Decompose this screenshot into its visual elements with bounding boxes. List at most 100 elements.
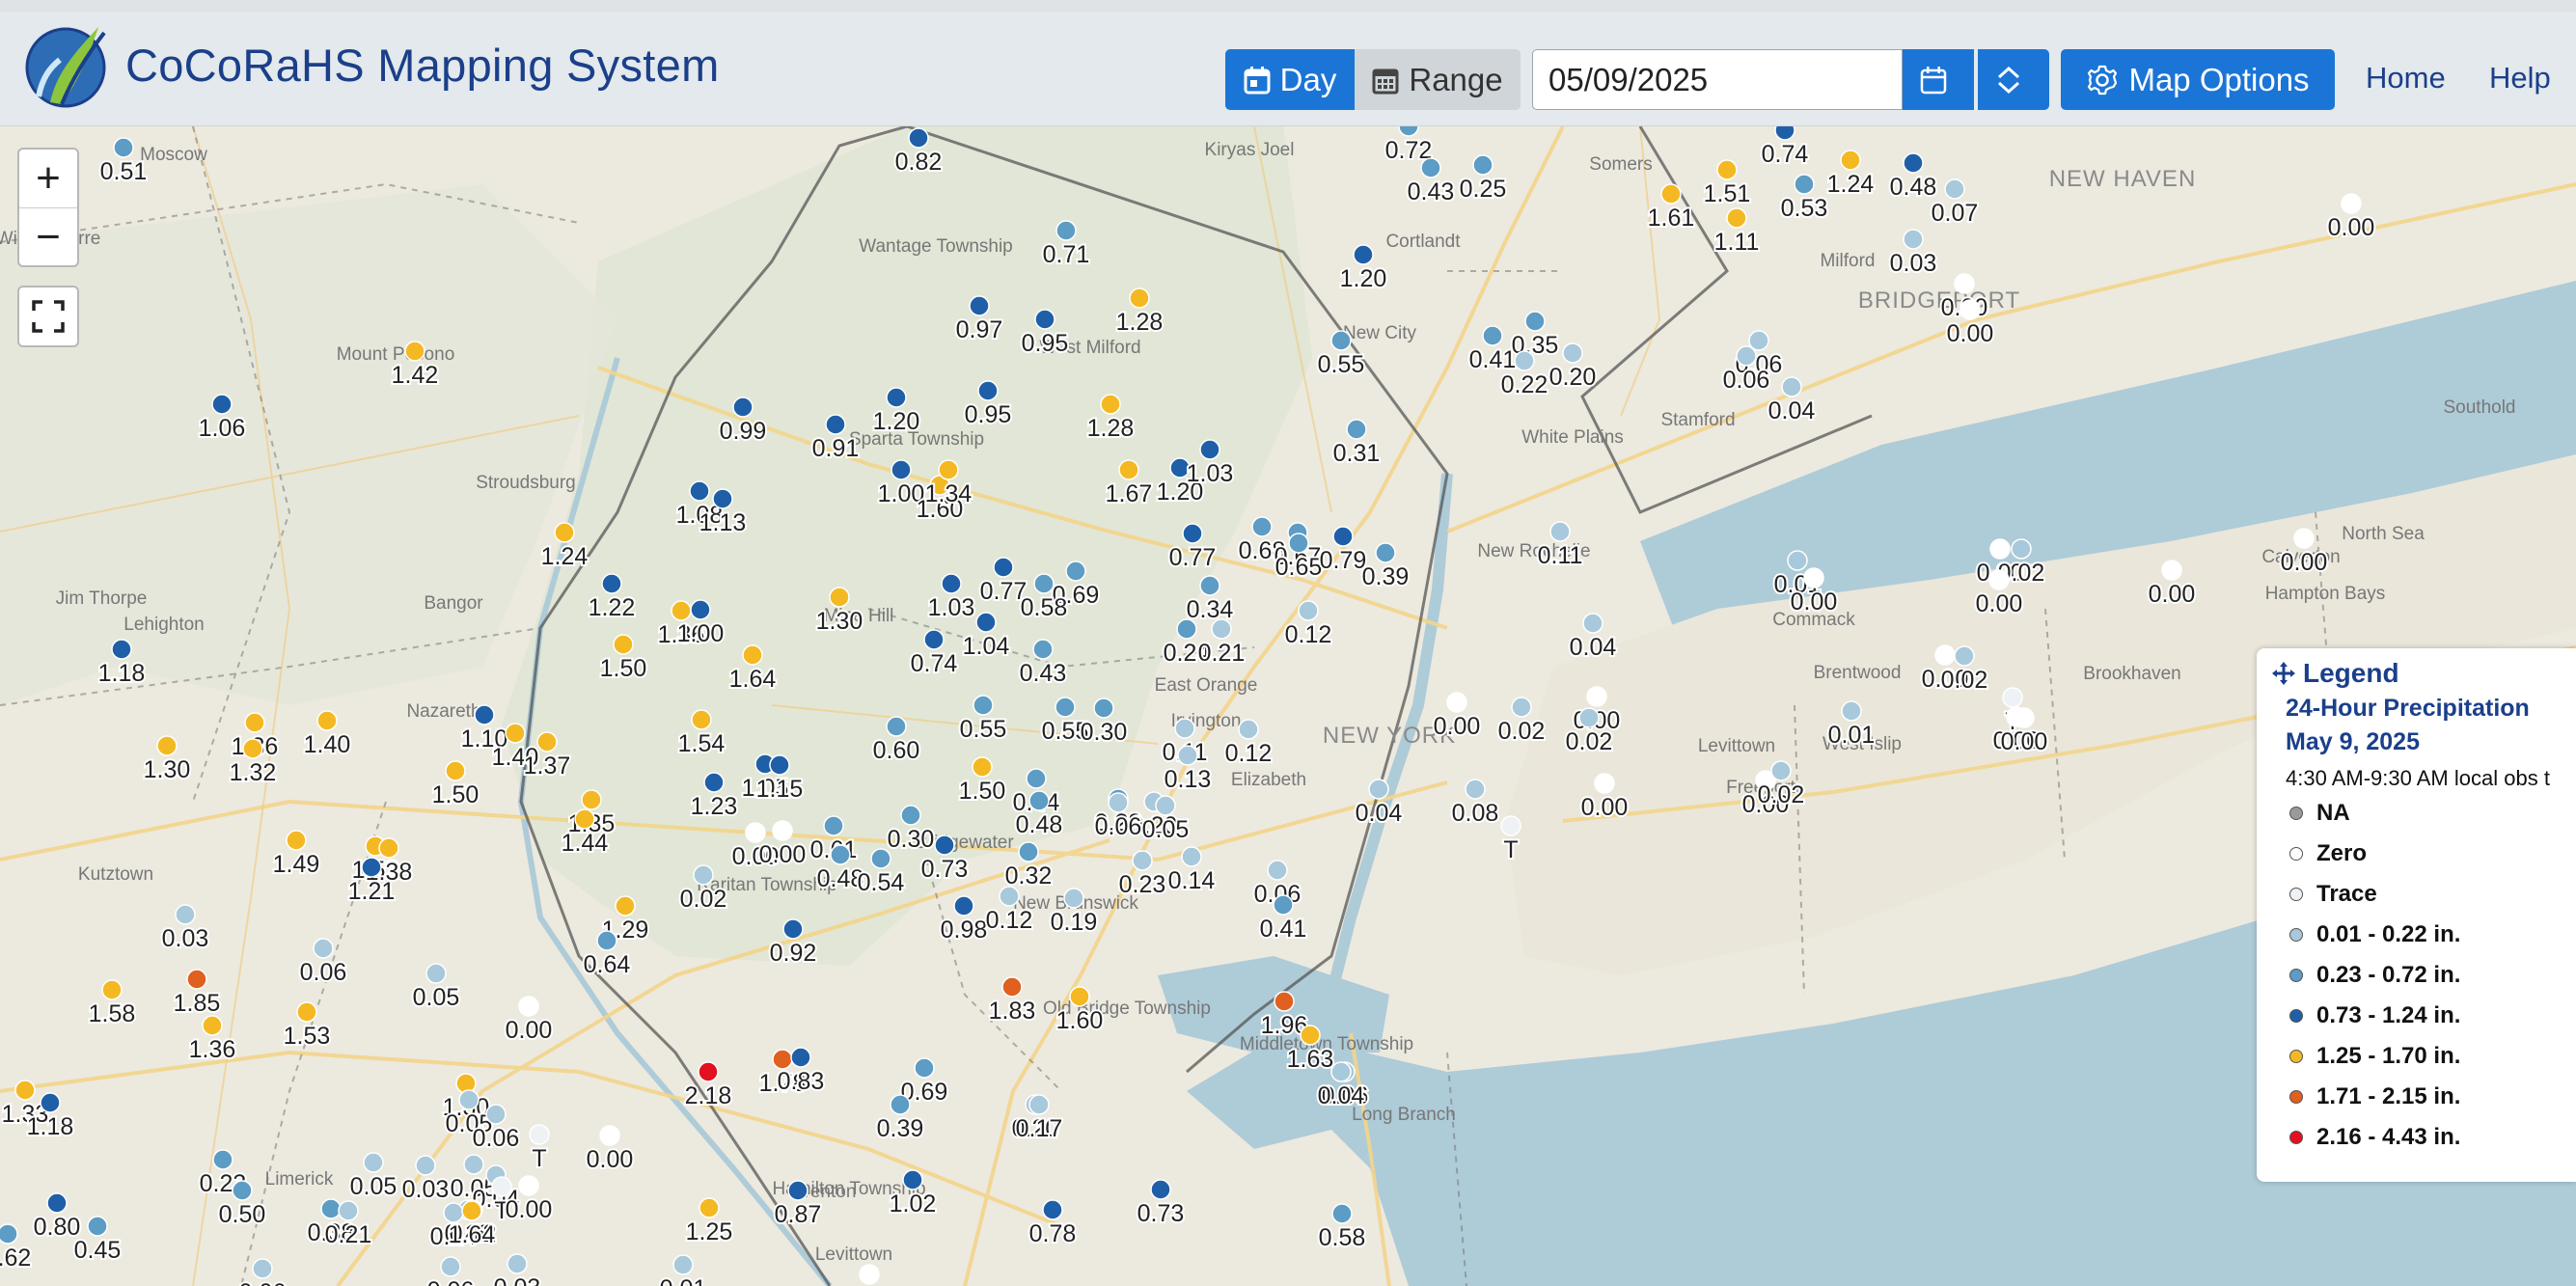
station-dot[interactable] [1989, 538, 2011, 560]
station-dot[interactable] [1346, 419, 1367, 440]
station-dot[interactable] [1716, 159, 1738, 180]
station-dot[interactable] [491, 1176, 512, 1197]
station-dot[interactable] [458, 1089, 480, 1110]
station-dot[interactable] [1903, 152, 1924, 174]
station-dot[interactable] [286, 830, 307, 851]
station-dot[interactable] [689, 480, 710, 502]
station-dot[interactable] [1033, 573, 1055, 594]
station-dot[interactable] [1273, 894, 1294, 916]
station-dot[interactable] [232, 1180, 253, 1201]
station-dot[interactable] [425, 963, 447, 984]
station-dot[interactable] [1176, 618, 1197, 640]
station-dot[interactable] [1150, 1179, 1171, 1200]
station-dot[interactable] [698, 1061, 719, 1082]
station-dot[interactable] [790, 1047, 811, 1068]
range-mode-button[interactable]: Range [1355, 49, 1521, 110]
station-dot[interactable] [361, 857, 382, 878]
station-dot[interactable] [1055, 220, 1077, 241]
station-dot[interactable] [1549, 521, 1571, 542]
station-dot[interactable] [902, 1169, 923, 1190]
station-dot[interactable] [712, 488, 733, 509]
station-dot[interactable] [825, 414, 846, 435]
station-dot[interactable] [536, 731, 558, 752]
chevron-up-icon[interactable] [1996, 65, 2021, 80]
station-dot[interactable] [1100, 394, 1121, 415]
date-input[interactable] [1532, 49, 1903, 110]
station-dot[interactable] [1500, 815, 1521, 836]
station-dot[interactable] [2002, 687, 2023, 708]
station-dot[interactable] [787, 1180, 808, 1201]
station-dot[interactable] [1368, 779, 1389, 800]
station-dot[interactable] [1211, 618, 1232, 640]
station-dot[interactable] [316, 710, 338, 731]
zoom-in-button[interactable]: + [19, 150, 77, 208]
station-dot[interactable] [443, 1202, 464, 1223]
station-dot[interactable] [252, 1258, 273, 1279]
station-dot[interactable] [40, 1092, 61, 1113]
station-dot[interactable] [975, 612, 997, 633]
station-dot[interactable] [1944, 178, 1965, 200]
cocorahs-logo[interactable] [21, 17, 122, 114]
station-dot[interactable] [703, 772, 725, 793]
station-dot[interactable] [745, 822, 766, 843]
station-dot[interactable] [1182, 523, 1203, 544]
station-dot[interactable] [1959, 299, 1981, 320]
station-dot[interactable] [1562, 342, 1583, 364]
station-dot[interactable] [186, 969, 207, 990]
station-dot[interactable] [1472, 154, 1494, 176]
station-dot[interactable] [977, 380, 999, 401]
station-dot[interactable] [113, 137, 134, 158]
move-icon[interactable] [2270, 660, 2297, 687]
station-dot[interactable] [2161, 560, 2182, 581]
station-dot[interactable] [908, 127, 929, 149]
station-dot[interactable] [1118, 459, 1139, 480]
station-dot[interactable] [2014, 707, 2035, 728]
station-dot[interactable] [202, 1015, 223, 1036]
station-dot[interactable] [507, 1253, 528, 1274]
legend-title[interactable]: Legend [2270, 658, 2399, 689]
station-dot[interactable] [1298, 600, 1319, 621]
station-dot[interactable] [1274, 991, 1295, 1012]
station-dot[interactable] [2341, 193, 2362, 214]
station-dot[interactable] [613, 634, 634, 655]
station-dot[interactable] [2011, 538, 2032, 560]
station-dot[interactable] [732, 397, 754, 418]
station-dot[interactable] [1514, 350, 1535, 371]
station-dot[interactable] [111, 639, 132, 660]
station-dot[interactable] [1330, 1061, 1352, 1082]
station-dot[interactable] [485, 1104, 507, 1125]
station-marker[interactable]: T [529, 1124, 550, 1174]
station-dot[interactable] [1482, 325, 1503, 346]
station-dot[interactable] [1288, 533, 1309, 554]
station-dot[interactable] [1300, 1025, 1321, 1046]
station-dot[interactable] [1353, 244, 1374, 265]
station-dot[interactable] [440, 1256, 461, 1277]
station-dot[interactable] [529, 1124, 550, 1145]
station-dot[interactable] [690, 599, 711, 620]
station-dot[interactable] [1332, 526, 1354, 547]
station-dot[interactable] [404, 341, 425, 362]
station-dot[interactable] [969, 295, 990, 316]
station-dot[interactable] [886, 716, 907, 737]
station-dot[interactable] [973, 695, 994, 716]
station-dot[interactable] [1028, 790, 1050, 811]
station-dot[interactable] [1840, 150, 1861, 171]
precipitation-map[interactable]: Kiryas Joel Somers NEW HAVEN Moscow Cortland… [0, 126, 2576, 1286]
station-dot[interactable] [1420, 157, 1441, 178]
station-dot[interactable] [1660, 183, 1682, 205]
station-dot[interactable] [1726, 207, 1747, 229]
home-link[interactable]: Home [2366, 61, 2446, 96]
station-dot[interactable] [1018, 841, 1039, 862]
station-dot[interactable] [890, 1094, 911, 1115]
station-dot[interactable] [474, 704, 495, 725]
station-dot[interactable] [1055, 697, 1076, 718]
station-dot[interactable] [599, 1125, 620, 1146]
station-dot[interactable] [1446, 692, 1467, 713]
station-dot[interactable] [886, 387, 907, 408]
station-dot[interactable] [211, 394, 233, 415]
station-dot[interactable] [1988, 569, 2010, 590]
station-dot[interactable] [938, 459, 959, 480]
station-dot[interactable] [505, 723, 526, 744]
station-dot[interactable] [1069, 986, 1090, 1007]
station-dot[interactable] [581, 789, 602, 810]
